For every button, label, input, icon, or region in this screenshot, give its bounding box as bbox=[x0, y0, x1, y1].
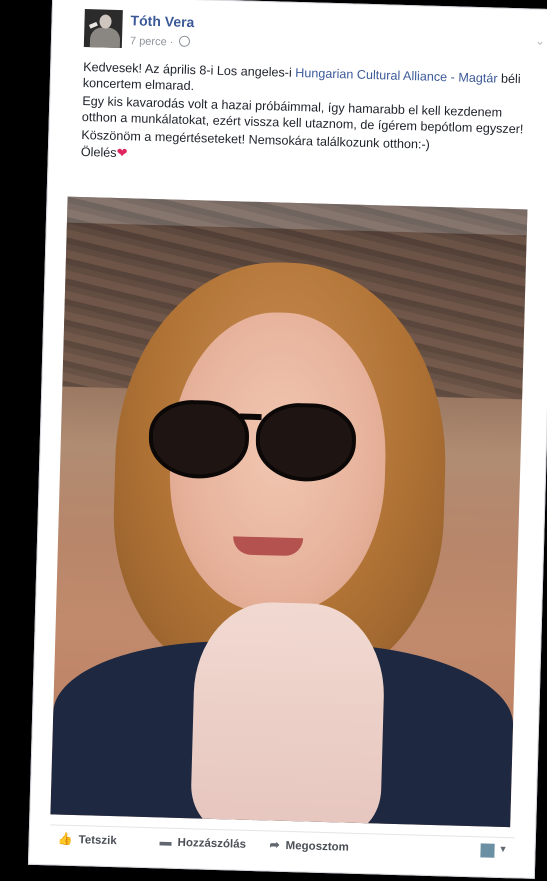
post-card: Tóth Vera 7 perce · ⌄ Kedvesek! Az ápril… bbox=[27, 0, 547, 879]
thumbs-up-icon: 👍 bbox=[57, 831, 73, 846]
page-link[interactable]: Hungarian Cultural Alliance - Magtár bbox=[295, 66, 498, 86]
caret-down-icon: ▼ bbox=[498, 843, 508, 855]
photo-scarf bbox=[189, 600, 387, 828]
post-header: Tóth Vera 7 perce · ⌄ bbox=[83, 9, 546, 66]
post-photo[interactable] bbox=[50, 196, 528, 828]
photo-mouth bbox=[232, 536, 304, 557]
globe-icon bbox=[179, 35, 191, 47]
avatar-head bbox=[99, 14, 112, 29]
share-label: Megosztom bbox=[285, 839, 350, 854]
speech-bubble-icon: ▬ bbox=[159, 834, 172, 849]
paragraph-4-text: Ölelés bbox=[80, 144, 117, 160]
comment-label: Hozzászólás bbox=[177, 836, 247, 851]
author-name[interactable]: Tóth Vera bbox=[130, 12, 194, 30]
author-avatar[interactable] bbox=[83, 9, 123, 49]
post-meta: 7 perce · bbox=[130, 34, 191, 49]
heart-emoji: ❤ bbox=[116, 144, 128, 161]
action-bar: 👍 Tetszik ▬ Hozzászólás ➦ Megosztom ▼ bbox=[49, 824, 515, 865]
like-button[interactable]: 👍 Tetszik bbox=[58, 832, 117, 848]
share-button[interactable]: ➦ Megosztom bbox=[269, 837, 349, 853]
post-as-selector[interactable]: ▼ bbox=[480, 843, 510, 858]
sunglasses-bridge bbox=[239, 413, 262, 421]
avatar-body bbox=[89, 27, 121, 49]
post-time[interactable]: 7 perce · bbox=[130, 35, 174, 48]
like-label: Tetszik bbox=[78, 834, 117, 848]
post-text: Kedvesek! Az április 8-i Los angeles-i H… bbox=[81, 59, 536, 174]
comment-button[interactable]: ▬ Hozzászólás bbox=[159, 834, 246, 850]
viewer-avatar bbox=[480, 843, 495, 858]
chevron-down-icon[interactable]: ⌄ bbox=[535, 34, 545, 48]
share-arrow-icon: ➦ bbox=[269, 837, 280, 852]
